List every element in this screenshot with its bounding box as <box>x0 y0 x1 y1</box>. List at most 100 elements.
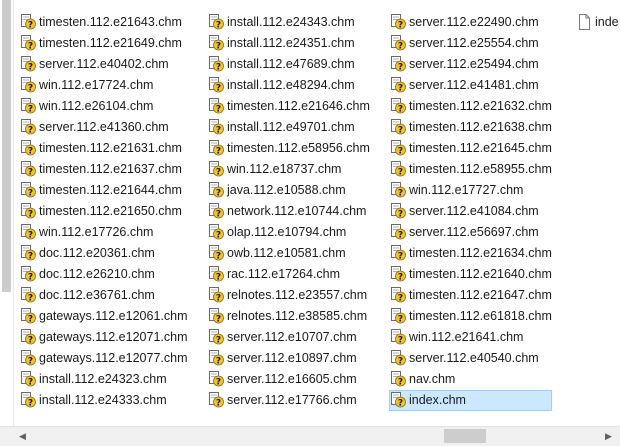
svg-text:?: ? <box>28 293 33 303</box>
file-item[interactable]: ? server.112.e22490.chm <box>389 12 552 33</box>
file-item[interactable]: ? server.112.e10707.chm <box>207 327 370 348</box>
file-item[interactable]: ? server.112.e41481.chm <box>389 75 552 96</box>
file-item[interactable]: ? relnotes.112.e23557.chm <box>207 285 370 306</box>
chm-help-file-icon: ? <box>209 308 224 324</box>
file-item[interactable]: ? server.112.e56697.chm <box>389 222 552 243</box>
file-name-label: timesten.112.e21649.chm <box>39 36 182 50</box>
file-item[interactable]: ? win.112.e21641.chm <box>389 327 552 348</box>
file-item[interactable]: ? install.112.e24351.chm <box>207 33 370 54</box>
file-item[interactable]: ? server.112.e40402.chm <box>19 54 187 75</box>
file-item[interactable]: ? doc.112.e26210.chm <box>19 264 187 285</box>
chm-help-file-icon: ? <box>209 266 224 282</box>
file-item[interactable]: ? network.112.e10744.chm <box>207 201 370 222</box>
chm-help-file-icon: ? <box>391 140 406 156</box>
file-item[interactable]: ? timesten.112.e21646.chm <box>207 96 370 117</box>
svg-text:?: ? <box>216 209 221 219</box>
file-item[interactable]: ? doc.112.e20361.chm <box>19 243 187 264</box>
chm-help-file-icon: ? <box>391 287 406 303</box>
chm-help-file-icon: ? <box>391 203 406 219</box>
file-item[interactable]: ? timesten.112.e21637.chm <box>19 159 187 180</box>
file-name-label: win.112.e26104.chm <box>39 99 154 113</box>
svg-text:?: ? <box>398 188 403 198</box>
scroll-left-arrow-icon[interactable]: ◀ <box>14 427 31 446</box>
file-name-label: win.112.e18737.chm <box>227 162 342 176</box>
file-name-label: doc.112.e36761.chm <box>39 288 155 302</box>
file-item[interactable]: ? timesten.112.e21632.chm <box>389 96 552 117</box>
file-item[interactable]: ? server.112.e10897.chm <box>207 348 370 369</box>
file-name-label: win.112.e17726.chm <box>39 225 154 239</box>
file-item[interactable]: ? gateways.112.e12077.chm <box>19 348 187 369</box>
file-item[interactable]: ? doc.112.e36761.chm <box>19 285 187 306</box>
file-item[interactable]: ? install.112.e24343.chm <box>207 12 370 33</box>
chm-help-file-icon: ? <box>21 98 36 114</box>
file-name-label: timesten.112.e21634.chm <box>409 246 552 260</box>
file-name-label: server.112.e22490.chm <box>409 15 539 29</box>
file-item[interactable]: ? java.112.e10588.chm <box>207 180 370 201</box>
chm-help-file-icon: ? <box>391 371 406 387</box>
svg-text:?: ? <box>28 398 33 408</box>
file-item[interactable]: ? gateways.112.e12061.chm <box>19 306 187 327</box>
file-name-label: server.112.e41481.chm <box>409 78 539 92</box>
file-name-label: relnotes.112.e38585.chm <box>227 309 368 323</box>
file-item[interactable]: ? relnotes.112.e38585.chm <box>207 306 370 327</box>
file-column-2: ? install.112.e24343.chm? install.112.e243… <box>207 12 370 411</box>
file-item[interactable]: ? win.112.e17727.chm <box>389 180 552 201</box>
file-item[interactable]: ? timesten.112.e21644.chm <box>19 180 187 201</box>
file-item[interactable]: ? timesten.112.e21634.chm <box>389 243 552 264</box>
chm-help-file-icon: ? <box>391 35 406 51</box>
file-name-label: gateways.112.e12061.chm <box>39 309 188 323</box>
file-item[interactable]: ? server.112.e25554.chm <box>389 33 552 54</box>
file-name-label: index.chm <box>409 393 466 407</box>
file-item[interactable]: ? server.112.e17766.chm <box>207 390 370 411</box>
scrollbar-thumb[interactable] <box>444 429 486 443</box>
file-item[interactable]: ? install.112.e47689.chm <box>207 54 370 75</box>
horizontal-scrollbar[interactable]: ◀ ▶ <box>0 426 620 446</box>
file-item[interactable]: ? win.112.e17724.chm <box>19 75 187 96</box>
chm-help-file-icon: ? <box>21 350 36 366</box>
file-item[interactable]: ? server.112.e40540.chm <box>389 348 552 369</box>
file-item[interactable]: ? timesten.112.e21643.chm <box>19 12 187 33</box>
file-name-label: server.112.e40540.chm <box>409 351 539 365</box>
file-name-label: network.112.e10744.chm <box>227 204 367 218</box>
file-item[interactable]: ? nav.chm <box>389 369 552 390</box>
svg-text:?: ? <box>398 356 403 366</box>
svg-text:?: ? <box>216 335 221 345</box>
file-item[interactable]: ? timesten.112.e21645.chm <box>389 138 552 159</box>
svg-text:?: ? <box>28 209 33 219</box>
chm-help-file-icon: ? <box>21 161 36 177</box>
file-item[interactable]: ? install.112.e24323.chm <box>19 369 187 390</box>
file-item[interactable]: ? install.112.e24333.chm <box>19 390 187 411</box>
file-item[interactable]: ? timesten.112.e21640.chm <box>389 264 552 285</box>
file-item[interactable]: ? timesten.112.e21650.chm <box>19 201 187 222</box>
file-item[interactable]: ? install.112.e49701.chm <box>207 117 370 138</box>
file-item[interactable]: ? win.112.e26104.chm <box>19 96 187 117</box>
chm-help-file-icon: ? <box>209 392 224 408</box>
file-item[interactable]: ? server.112.e41360.chm <box>19 117 187 138</box>
file-item[interactable]: ? timesten.112.e21631.chm <box>19 138 187 159</box>
file-name-label: timesten.112.e21643.chm <box>39 15 182 29</box>
file-item[interactable]: ? rac.112.e17264.chm <box>207 264 370 285</box>
file-item[interactable]: inde <box>575 12 619 33</box>
file-item[interactable]: ? install.112.e48294.chm <box>207 75 370 96</box>
left-pane-edge <box>0 0 14 426</box>
file-item[interactable]: ? win.112.e18737.chm <box>207 159 370 180</box>
file-item[interactable]: ? gateways.112.e12071.chm <box>19 327 187 348</box>
file-item[interactable]: ? server.112.e25494.chm <box>389 54 552 75</box>
svg-text:?: ? <box>216 377 221 387</box>
file-item[interactable]: ? timesten.112.e21649.chm <box>19 33 187 54</box>
file-item[interactable]: ? timesten.112.e58955.chm <box>389 159 552 180</box>
file-item[interactable]: ? owb.112.e10581.chm <box>207 243 370 264</box>
file-item[interactable]: ? timesten.112.e58956.chm <box>207 138 370 159</box>
file-item[interactable]: ? index.chm <box>389 390 552 411</box>
file-item[interactable]: ? timesten.112.e21638.chm <box>389 117 552 138</box>
file-item[interactable]: ? olap.112.e10794.chm <box>207 222 370 243</box>
file-item[interactable]: ? server.112.e16605.chm <box>207 369 370 390</box>
file-item[interactable]: ? timesten.112.e61818.chm <box>389 306 552 327</box>
chm-help-file-icon: ? <box>209 119 224 135</box>
file-item[interactable]: ? win.112.e17726.chm <box>19 222 187 243</box>
chm-help-file-icon: ? <box>391 119 406 135</box>
scroll-right-arrow-icon[interactable]: ▶ <box>600 427 617 446</box>
file-item[interactable]: ? timesten.112.e21647.chm <box>389 285 552 306</box>
file-item[interactable]: ? server.112.e41084.chm <box>389 201 552 222</box>
left-pane-scroll-thumb[interactable] <box>2 0 11 292</box>
